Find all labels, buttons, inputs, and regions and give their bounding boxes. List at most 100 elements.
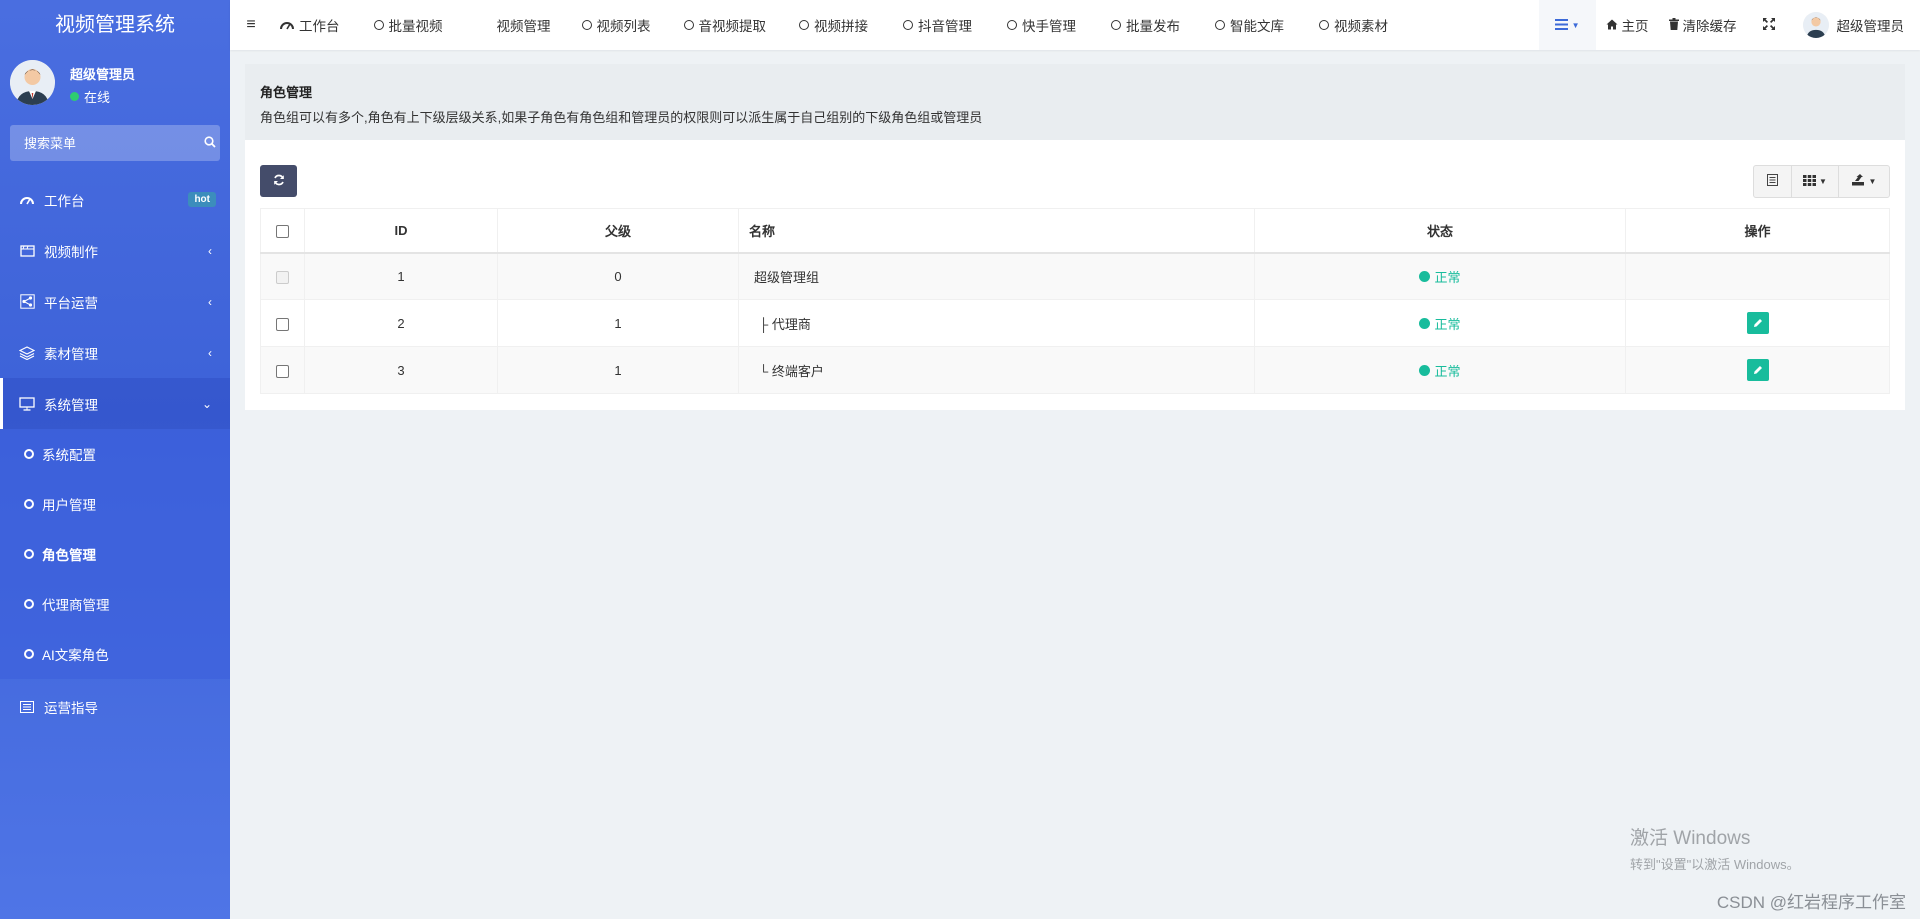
user-name: 超级管理员 bbox=[70, 67, 136, 82]
user-status-label: 在线 bbox=[84, 90, 111, 105]
cell-status: 正常 bbox=[1254, 299, 1626, 347]
menu-search-input[interactable] bbox=[10, 135, 200, 151]
sidebar-subitem-system-config[interactable]: 系统配置 bbox=[0, 429, 230, 479]
topnav-item-video-splice[interactable]: 视频拼接 bbox=[799, 15, 868, 35]
row-checkbox[interactable] bbox=[276, 317, 289, 331]
layers-icon bbox=[16, 345, 38, 360]
col-status[interactable]: 状态 bbox=[1254, 208, 1626, 254]
sidebar-item-ops-guide[interactable]: 运营指导 bbox=[0, 681, 230, 732]
cell-name: └ 终端客户 bbox=[738, 346, 1255, 394]
col-id[interactable]: ID bbox=[304, 208, 498, 254]
topnav-item-dashboard[interactable]: 工作台 bbox=[280, 15, 340, 35]
list-icon bbox=[1554, 18, 1568, 33]
windows-activation-watermark: 激活 Windows 转到"设置"以激活 Windows。 bbox=[1630, 823, 1800, 873]
sidebar-item-platform-ops[interactable]: 平台运营 ‹ bbox=[0, 276, 230, 327]
role-table: ID 父级 名称 状态 操作 1 0 超级管理组 正常 2 1 ├ 代理商 正常… bbox=[260, 208, 1890, 394]
edit-button[interactable] bbox=[1746, 312, 1769, 334]
fullscreen-button[interactable] bbox=[1747, 0, 1791, 50]
circle-icon bbox=[683, 20, 694, 30]
cell-action bbox=[1625, 346, 1890, 394]
user-panel: 超级管理员 在线 bbox=[0, 50, 230, 118]
topnav-item-douyin[interactable]: 抖音管理 bbox=[903, 15, 972, 35]
chevron-left-icon: ‹ bbox=[208, 294, 212, 309]
caret-down-icon: ▼ bbox=[1868, 177, 1877, 186]
search-icon[interactable] bbox=[200, 135, 220, 151]
topnav-item-video-management[interactable]: 视频管理 bbox=[497, 15, 551, 35]
topnav-label: 视频素材 bbox=[1334, 19, 1388, 34]
home-link[interactable]: 主页 bbox=[1596, 0, 1659, 50]
topnav-label: 视频管理 bbox=[496, 19, 551, 34]
row-checkbox[interactable] bbox=[276, 364, 289, 378]
app-title: 视频管理系统 bbox=[55, 14, 175, 36]
sidebar-subitem-label: 系统配置 bbox=[42, 448, 96, 463]
topnav-item-batch-publish[interactable]: 批量发布 bbox=[1111, 15, 1180, 35]
sidebar-subitem-user-management[interactable]: 用户管理 bbox=[0, 479, 230, 529]
circle-icon bbox=[799, 20, 809, 30]
trash-icon bbox=[1668, 17, 1679, 33]
sidebar-subitem-label: 用户管理 bbox=[42, 498, 96, 513]
topnav-item-video-assets[interactable]: 视频素材 bbox=[1319, 15, 1388, 35]
sidebar-item-system[interactable]: 系统管理 ⌄ bbox=[0, 378, 230, 429]
topnav-item-kuaishou[interactable]: 快手管理 bbox=[1007, 15, 1076, 35]
topnav-label: 智能文库 bbox=[1230, 19, 1284, 34]
table-tools: ▼ ▼ bbox=[1753, 165, 1890, 198]
export-button[interactable]: ▼ bbox=[1839, 166, 1889, 197]
page-description: 角色组可以有多个,角色有上下级层级关系,如果子角色有角色组和管理员的权限则可以派… bbox=[260, 110, 983, 125]
dashboard-icon bbox=[280, 18, 294, 33]
topnav-item-batch-video[interactable]: 批量视频 bbox=[373, 15, 443, 35]
circle-icon bbox=[24, 649, 34, 659]
clear-cache-label: 清除缓存 bbox=[1682, 19, 1737, 34]
cell-action bbox=[1625, 299, 1890, 347]
status-label: 正常 bbox=[1434, 363, 1461, 379]
monitor-icon bbox=[16, 396, 38, 411]
cell-parent: 1 bbox=[497, 346, 739, 394]
row-checkbox bbox=[276, 270, 289, 284]
col-parent[interactable]: 父级 bbox=[497, 208, 739, 254]
refresh-button[interactable] bbox=[260, 165, 297, 197]
topnav-label: 批量视频 bbox=[388, 19, 443, 34]
chevron-left-icon: ‹ bbox=[208, 345, 212, 360]
cell-parent: 1 bbox=[497, 299, 739, 347]
sidebar-subitem-ai-copy-role[interactable]: AI文案角色 bbox=[0, 629, 230, 679]
refresh-icon bbox=[273, 174, 285, 189]
user-menu[interactable]: 超级管理员 bbox=[1791, 0, 1920, 50]
caret-down-icon: ▼ bbox=[1819, 177, 1827, 186]
sidebar-item-materials[interactable]: 素材管理 ‹ bbox=[0, 327, 230, 378]
menu-toggle-icon[interactable]: ≡ bbox=[230, 16, 272, 34]
sidebar-subitem-role-management[interactable]: 角色管理 bbox=[0, 529, 230, 579]
cell-id: 2 bbox=[304, 299, 498, 347]
sidebar-item-label: 运营指导 bbox=[44, 700, 98, 716]
toggle-view-button[interactable] bbox=[1754, 166, 1792, 197]
system-submenu: 系统配置 用户管理 角色管理 代理商管理 AI文案角色 bbox=[0, 429, 230, 679]
edit-button[interactable] bbox=[1746, 359, 1769, 381]
topnav-item-video-list[interactable]: 视频列表 bbox=[581, 15, 651, 35]
sidebar-item-video-production[interactable]: 视频制作 ‹ bbox=[0, 225, 230, 276]
columns-button[interactable]: ▼ bbox=[1792, 166, 1839, 197]
sidebar-subitem-label: 代理商管理 bbox=[42, 598, 110, 613]
topnav-label: 快手管理 bbox=[1022, 19, 1076, 34]
status-label: 正常 bbox=[1434, 269, 1461, 285]
status-dot-icon bbox=[1419, 317, 1431, 329]
topnav-item-audio-extract[interactable]: 音视频提取 bbox=[683, 15, 766, 35]
table-header-row: ID 父级 名称 状态 操作 bbox=[260, 208, 1890, 254]
sidebar-subitem-agent-management[interactable]: 代理商管理 bbox=[0, 579, 230, 629]
list-icon bbox=[16, 700, 38, 713]
cell-status: 正常 bbox=[1254, 252, 1626, 300]
circle-icon bbox=[1007, 20, 1017, 30]
sidebar: 视频管理系统 超级管理员 在线 工作台 bbox=[0, 0, 230, 919]
avatar bbox=[10, 60, 55, 105]
row-select-cell bbox=[260, 346, 305, 394]
sidebar-item-dashboard[interactable]: 工作台 hot bbox=[0, 174, 230, 225]
sidebar-item-label: 工作台 bbox=[44, 193, 85, 209]
avatar bbox=[1802, 12, 1829, 38]
col-name[interactable]: 名称 bbox=[738, 208, 1255, 254]
circle-icon bbox=[24, 499, 34, 509]
sidebar-item-label: 系统管理 bbox=[44, 397, 98, 413]
cell-id: 3 bbox=[304, 346, 498, 394]
topnav-item-smart-library[interactable]: 智能文库 bbox=[1215, 15, 1284, 35]
select-all-checkbox[interactable] bbox=[276, 224, 289, 238]
clear-cache-button[interactable]: 清除缓存 bbox=[1659, 0, 1747, 50]
more-menu-button[interactable]: ▼ bbox=[1538, 0, 1596, 50]
cell-name: 超级管理组 bbox=[738, 252, 1255, 300]
row-select-cell bbox=[260, 299, 305, 347]
